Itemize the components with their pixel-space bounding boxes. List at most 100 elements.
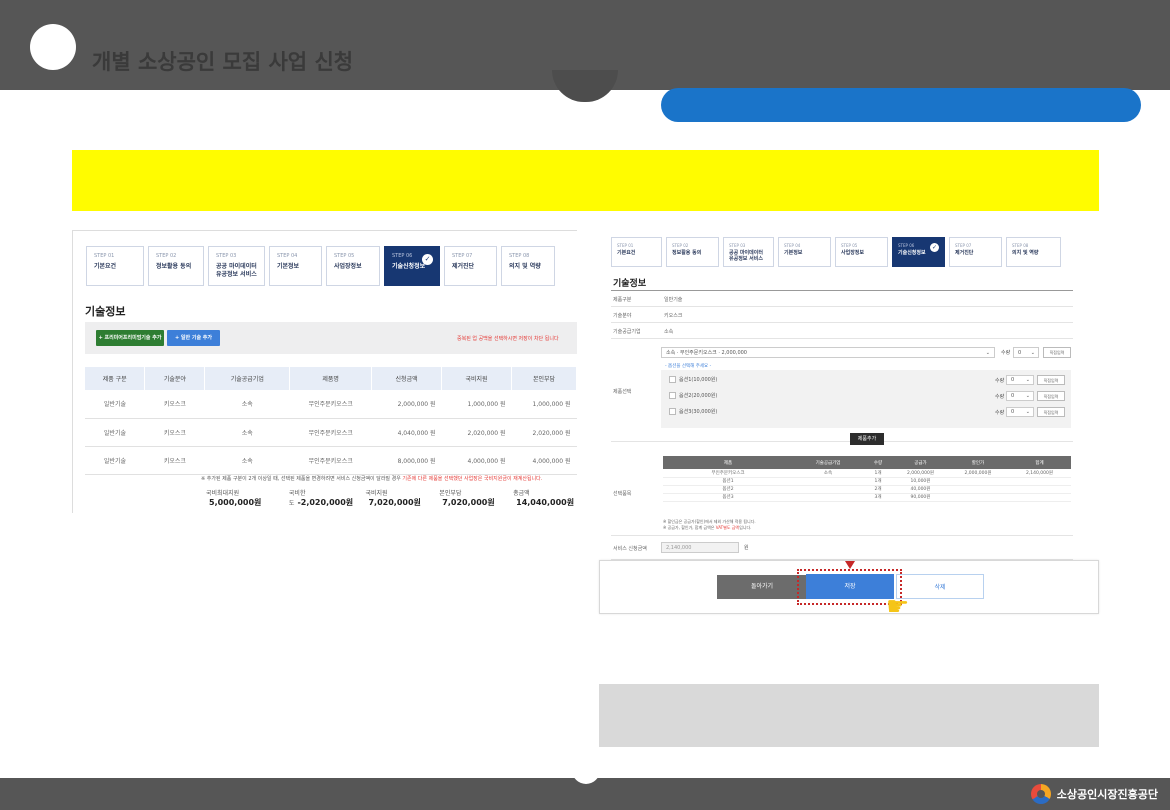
step-5[interactable]: STEP 05 사업장정보: [835, 237, 888, 267]
option-direct-input-button[interactable]: 직접입력: [1037, 375, 1065, 385]
step-4[interactable]: STEP 04 기본정보: [269, 246, 322, 286]
option-label: 옵션3(30,000원): [679, 409, 718, 415]
step-3[interactable]: STEP 03 공공 마이데이터 유공정보 서비스: [723, 237, 774, 267]
field-row: 제품구분 일반기술: [611, 291, 1073, 307]
step-number: STEP 04: [277, 253, 298, 259]
table-cell: 2,000,000 원: [371, 390, 442, 419]
option-checkbox[interactable]: [669, 392, 676, 399]
table-header: 신청금액: [371, 367, 443, 390]
table-cell: 키오스크: [144, 390, 205, 419]
header-notch: [552, 70, 618, 102]
step-label: 기본요건: [94, 263, 117, 270]
option-qty-select[interactable]: 0 ⌄: [1006, 391, 1034, 401]
step-5[interactable]: STEP 05 사업장정보: [326, 246, 380, 286]
step-2[interactable]: STEP 02 정보활용 동의: [666, 237, 719, 267]
option-checkbox[interactable]: [669, 376, 676, 383]
step-6[interactable]: STEP 06 기술신청정보 ✓: [892, 237, 945, 267]
step-6[interactable]: STEP 06 기술신청정보 ✓: [384, 246, 440, 286]
step-7[interactable]: STEP 07 제거진단: [949, 237, 1002, 267]
step-progress: STEP 01 기본요건 STEP 02 정보활용 동의 STEP 03 공공 마이데이터…: [86, 246, 559, 286]
table-header: 제품: [663, 456, 793, 469]
table-cell: [948, 485, 1008, 494]
table-cell: 10,000원: [893, 477, 948, 486]
step-label: 제거진단: [452, 263, 475, 270]
step-8[interactable]: STEP 08 의지 및 역량: [1006, 237, 1061, 267]
table-cell: 4,000,000 원: [441, 446, 512, 475]
table-header: 기술분야: [144, 367, 206, 390]
add-product-button[interactable]: 제품추가: [850, 433, 884, 445]
table-row: 옵션2 2개 40,000원: [663, 485, 1071, 494]
step-label: 제거진단: [955, 250, 974, 256]
product-select-label: 제품선택: [613, 389, 632, 395]
total-value: -2,020,000원: [297, 498, 354, 507]
step-number: STEP 01: [94, 253, 115, 259]
step-number: STEP 08: [1012, 243, 1029, 248]
total-item: 국비한도 -2,020,000원: [289, 488, 356, 508]
table-cell: 2,000,000원: [893, 469, 948, 478]
step-number: STEP 02: [156, 253, 177, 259]
option-item[interactable]: 옵션3(30,000원): [669, 408, 717, 415]
table-header: 공급가: [893, 456, 948, 469]
service-total-label: 서비스 신청금액: [613, 546, 647, 552]
table-row: 일반기술 키오스크 소속 무인주문키오스크 4,040,000 원 2,020,000 원…: [85, 418, 577, 447]
tech-table: 제품 구분 기술분야 기술공급기업 제품명 신청금액 국비지원 본인부담 일반기술 키오스크 소…: [85, 367, 577, 475]
table-cell: 일반기술: [85, 446, 145, 475]
step-3[interactable]: STEP 03 공공 마이데이터 유공정보 서비스: [208, 246, 265, 286]
step-8[interactable]: STEP 08 의지 및 역량: [501, 246, 555, 286]
table-cell: 2,000,000원: [948, 469, 1008, 478]
total-value: 7,020,000원: [368, 498, 421, 507]
qty-label: 수량: [995, 394, 1005, 400]
add-general-tech-button[interactable]: + 일반 기술 추가: [167, 330, 220, 346]
option-item[interactable]: 옵션2(20,000원): [669, 392, 717, 399]
total-value: 7,020,000원: [442, 498, 495, 507]
option-hint: - 옵션을 선택해 주세요 -: [665, 364, 712, 369]
table-cell: 90,000원: [893, 493, 948, 502]
table-cell: 키오스크: [144, 446, 205, 475]
down-arrow-icon: [845, 561, 855, 569]
direct-input-button[interactable]: 직접입력: [1043, 347, 1071, 358]
back-button[interactable]: 돌아가기: [717, 575, 807, 599]
step-number: STEP 04: [784, 243, 801, 248]
table-header: 본인부담: [511, 367, 577, 390]
table-cell: 2,020,000 원: [441, 418, 512, 447]
table-cell: [948, 477, 1008, 486]
option-qty-select[interactable]: 0 ⌄: [1006, 375, 1034, 385]
step-number: STEP 03: [729, 243, 746, 248]
step-label: 기본정보: [784, 250, 803, 256]
chevron-down-icon: ⌄: [1025, 377, 1030, 383]
step-label: 기본요건: [617, 250, 636, 256]
table-header: 제품명: [289, 367, 373, 390]
step-1[interactable]: STEP 01 기본요건: [611, 237, 662, 267]
option-direct-input-button[interactable]: 직접입력: [1037, 391, 1065, 401]
step-label: 의지 및 역량: [1012, 250, 1039, 256]
table-cell: 무인주문키오스크: [289, 390, 372, 419]
step-7[interactable]: STEP 07 제거진단: [444, 246, 497, 286]
option-label: 옵션2(20,000원): [679, 393, 718, 399]
table-cell: 1,000,000 원: [441, 390, 512, 419]
qty-select[interactable]: 0 ⌄: [1013, 347, 1039, 358]
option-item[interactable]: 옵션1(10,000원): [669, 376, 717, 383]
table-cell: 3개: [863, 493, 893, 502]
total-item: 국비최대지원5,000,000원: [206, 488, 279, 508]
table-cell: [793, 493, 863, 502]
table-cell: 소속: [204, 390, 290, 419]
total-label: 본인부담: [439, 490, 462, 497]
step-2[interactable]: STEP 02 정보활용 동의: [148, 246, 204, 286]
total-value: 14,040,000원: [516, 498, 575, 507]
field-label: 제품구분: [613, 297, 632, 303]
step-4[interactable]: STEP 04 기본정보: [778, 237, 831, 267]
product-select[interactable]: 소속 · 무인주문키오스크 · 2,000,000 ⌄: [661, 347, 995, 358]
step-number: STEP 05: [334, 253, 355, 259]
option-qty-select[interactable]: 0 ⌄: [1006, 407, 1034, 417]
table-cell: 40,000원: [893, 485, 948, 494]
option-checkbox[interactable]: [669, 408, 676, 415]
chevron-down-icon: ⌄: [1025, 409, 1030, 415]
option-direct-input-button[interactable]: 직접입력: [1037, 407, 1065, 417]
table-row: 일반기술 키오스크 소속 무인주문키오스크 2,000,000 원 1,000,000 원…: [85, 390, 577, 419]
add-premium-tech-button[interactable]: + 프리미어프리미엄기술 추가: [96, 330, 164, 346]
table-cell: [948, 493, 1008, 502]
field-label: 기술공급기업: [613, 329, 641, 335]
field-value: 소속: [664, 329, 674, 335]
qty-label: 수량: [995, 410, 1005, 416]
step-1[interactable]: STEP 01 기본요건: [86, 246, 144, 286]
